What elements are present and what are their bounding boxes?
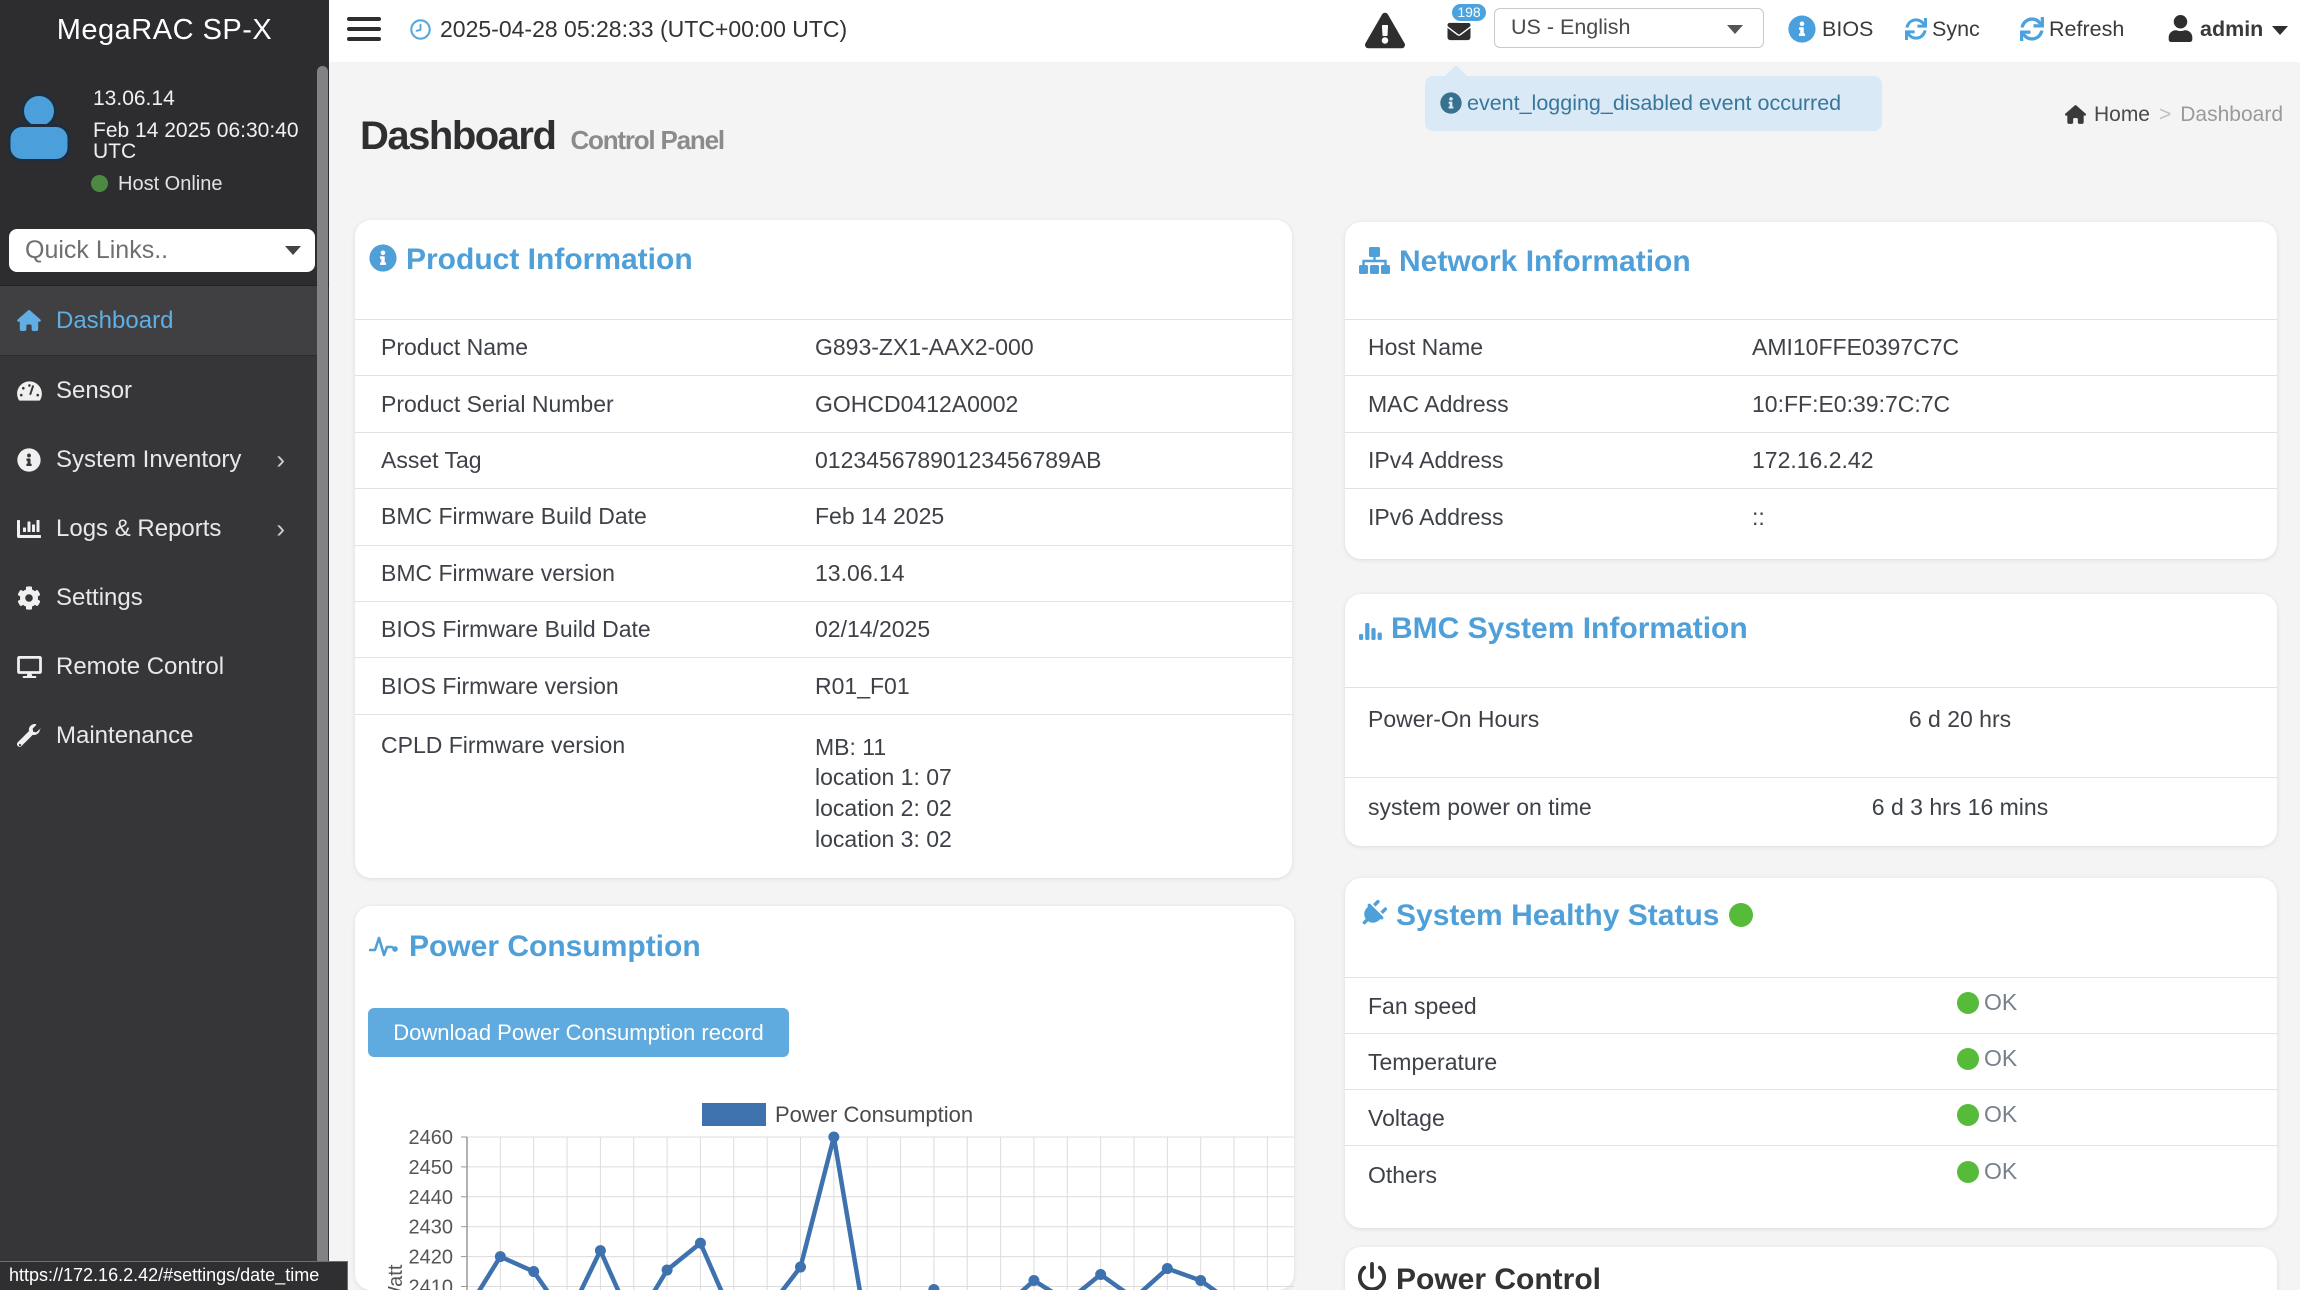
svg-text:2450: 2450	[409, 1157, 454, 1179]
svg-text:2420: 2420	[409, 1247, 454, 1269]
svg-text:2440: 2440	[409, 1187, 454, 1209]
svg-text:2460: 2460	[409, 1127, 454, 1149]
svg-text:2410: 2410	[409, 1277, 454, 1290]
svg-text:2430: 2430	[409, 1217, 454, 1239]
